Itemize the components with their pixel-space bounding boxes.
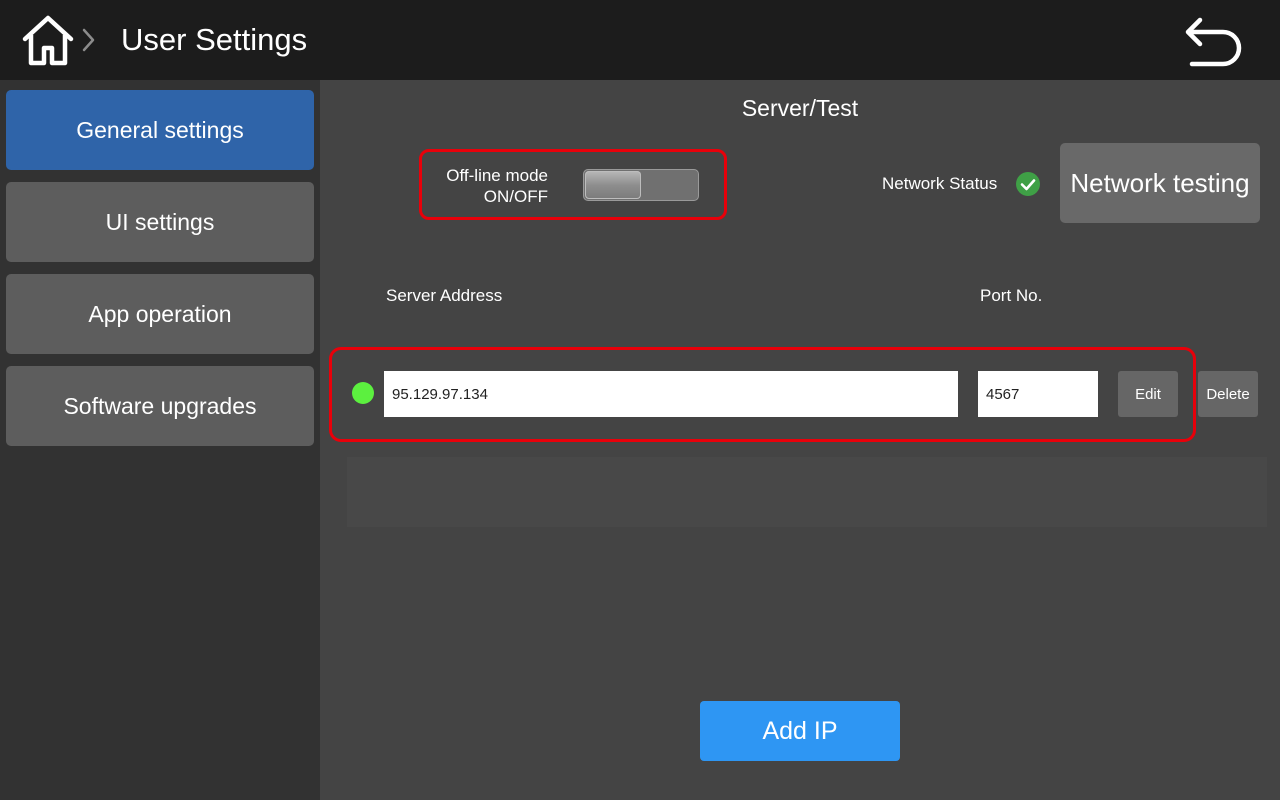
main-panel: Server/Test Off-line mode ON/OFF Network… (320, 80, 1280, 800)
offline-mode-label-line1: Off-line mode (446, 166, 548, 185)
page-title: User Settings (121, 22, 308, 57)
home-icon[interactable] (20, 12, 76, 68)
port-number-header: Port No. (980, 286, 1043, 305)
offline-mode-label-line2: ON/OFF (483, 187, 548, 206)
section-title: Server/Test (741, 95, 859, 121)
offline-mode-group: Off-line mode ON/OFF (419, 149, 727, 220)
toggle-knob (585, 171, 641, 199)
empty-list-area (347, 457, 1267, 527)
offline-mode-toggle[interactable] (583, 169, 699, 201)
undo-arrow-icon[interactable] (1178, 12, 1248, 70)
offline-mode-label: Off-line mode ON/OFF (408, 165, 548, 207)
delete-button[interactable]: Delete (1198, 371, 1258, 417)
server-address-header: Server Address (386, 286, 503, 305)
sidebar-item-ui-settings[interactable]: UI settings (6, 182, 314, 262)
sidebar-item-software-upgrades[interactable]: Software upgrades (6, 366, 314, 446)
sidebar: General settings UI settings App operati… (0, 80, 320, 800)
server-status-dot (352, 382, 374, 404)
edit-button[interactable]: Edit (1118, 371, 1178, 417)
chevron-right-icon (80, 26, 98, 54)
top-bar: User Settings (0, 0, 1280, 80)
port-number-input[interactable] (978, 371, 1098, 417)
network-testing-button[interactable]: Network testing (1060, 143, 1260, 223)
sidebar-item-app-operation[interactable]: App operation (6, 274, 314, 354)
check-circle-icon (1016, 172, 1040, 196)
network-status-label: Network Status (882, 174, 998, 193)
server-address-input[interactable] (384, 371, 958, 417)
sidebar-item-general-settings[interactable]: General settings (6, 90, 314, 170)
add-ip-button[interactable]: Add IP (700, 701, 900, 761)
